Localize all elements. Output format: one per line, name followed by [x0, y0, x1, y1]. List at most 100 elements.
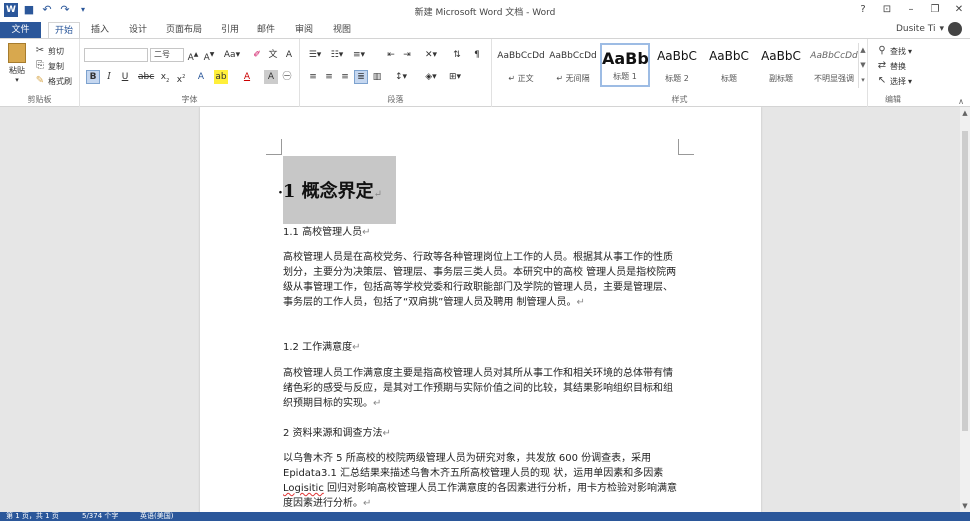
- paste-button[interactable]: 粘贴 ▾: [4, 43, 30, 84]
- paragraph-mark: ↵: [373, 189, 383, 200]
- section-text: 2 资料来源和调查方法: [283, 428, 383, 439]
- scroll-down-icon[interactable]: ▼: [961, 502, 969, 510]
- phonetic-guide-icon[interactable]: 文: [266, 48, 280, 62]
- heading-1[interactable]: ·1 概念界定↵: [278, 177, 382, 203]
- font-color-button[interactable]: A: [240, 70, 254, 84]
- text-effects-button[interactable]: A: [194, 70, 208, 84]
- clear-format-icon[interactable]: ✐: [250, 48, 264, 62]
- style-no-spacing[interactable]: AaBbCcDd ↵ 无间隔: [548, 43, 598, 87]
- select-button[interactable]: ↖ 选择 ▾: [876, 75, 912, 87]
- tab-mailings[interactable]: 邮件: [250, 22, 282, 38]
- tab-review[interactable]: 审阅: [288, 22, 320, 38]
- align-center-icon[interactable]: ≡: [322, 70, 336, 84]
- show-marks-icon[interactable]: ¶: [470, 48, 484, 62]
- paragraph-mark: ↵: [363, 498, 372, 509]
- char-border-icon[interactable]: A: [282, 48, 296, 62]
- section-1-1-title[interactable]: 1.1 高校管理人员↵: [283, 223, 370, 238]
- superscript-button[interactable]: x2: [174, 70, 188, 85]
- subscript-button[interactable]: x2: [158, 70, 172, 84]
- paragraph-3[interactable]: 以乌鲁木齐 5 所高校的校院两级管理人员为研究对象，共发放 600 份调查表，采…: [283, 451, 678, 511]
- shading-icon[interactable]: ◈▾: [422, 70, 440, 84]
- paragraph-mark: ↵: [352, 342, 361, 353]
- style-name: ↵ 无间隔: [556, 74, 590, 83]
- find-button[interactable]: ⚲ 查找 ▾: [876, 45, 912, 57]
- misspelled-word[interactable]: Logisitic: [283, 483, 324, 494]
- tab-insert[interactable]: 插入: [84, 22, 116, 38]
- style-gallery-scroll[interactable]: ▲ ▼ ▾: [858, 43, 867, 88]
- scroll-up-icon[interactable]: ▲: [961, 109, 969, 117]
- style-gallery: AaBbCcDd ↵ 正文 AaBbCcDd ↵ 无间隔 AaBb 标题 1 A…: [496, 43, 866, 89]
- chinese-layout-icon[interactable]: ✕▾: [422, 48, 440, 62]
- document-page[interactable]: ·1 概念界定↵ 1.1 高校管理人员↵ 高校管理人员是在高校党务、行政等各种管…: [200, 107, 761, 512]
- style-normal[interactable]: AaBbCcDd ↵ 正文: [496, 43, 546, 87]
- style-name: 标题 1: [613, 72, 637, 81]
- align-right-icon[interactable]: ≡: [338, 70, 352, 84]
- section-1-2-title[interactable]: 1.2 工作满意度↵: [283, 338, 360, 353]
- sort-icon[interactable]: ⇅: [450, 48, 464, 62]
- shrink-font-button[interactable]: A▼: [202, 48, 216, 63]
- highlight-button[interactable]: ab: [214, 70, 228, 84]
- style-heading-1[interactable]: AaBb 标题 1: [600, 43, 650, 87]
- language[interactable]: 英语(美国): [140, 512, 173, 521]
- paragraph-2[interactable]: 高校管理人员工作满意度主要是指高校管理人员对其所从事工作和相关环境的总体带有情绪…: [283, 366, 678, 411]
- increase-indent-icon[interactable]: ⇥: [400, 48, 414, 62]
- underline-button[interactable]: U: [118, 70, 132, 84]
- cut-button[interactable]: ✂ 剪切: [34, 45, 64, 57]
- replace-icon: ⇄: [877, 60, 887, 71]
- chevron-down-icon: ▾: [908, 76, 913, 86]
- italic-button[interactable]: I: [102, 70, 116, 84]
- style-heading-2[interactable]: AaBbC 标题 2: [652, 43, 702, 87]
- vertical-scrollbar[interactable]: ▲ ▼: [960, 107, 970, 512]
- styles-group-label: 样式: [671, 95, 688, 104]
- style-subtle-emphasis[interactable]: AaBbCcDd 不明显强调: [806, 43, 862, 87]
- restore-button[interactable]: ❐: [928, 3, 942, 17]
- cut-label: 剪切: [48, 46, 64, 56]
- grow-font-button[interactable]: A▲: [186, 48, 200, 63]
- paragraph-1[interactable]: 高校管理人员是在高校党务、行政等各种管理岗位上工作的人员。根据其从事工作的性质划…: [283, 250, 678, 310]
- help-button[interactable]: ?: [856, 3, 870, 17]
- enclose-char-icon[interactable]: ㊀: [280, 70, 294, 84]
- avatar[interactable]: [948, 22, 962, 36]
- char-shading-icon[interactable]: A: [264, 70, 278, 84]
- ribbon-display-button[interactable]: ⊡: [880, 3, 894, 17]
- minimize-button[interactable]: –: [904, 3, 918, 17]
- borders-icon[interactable]: ⊞▾: [446, 70, 464, 84]
- tab-references[interactable]: 引用: [214, 22, 246, 38]
- scroll-thumb[interactable]: [962, 131, 968, 431]
- section-2-title[interactable]: 2 资料来源和调查方法↵: [283, 424, 391, 439]
- paragraph-mark: ↵: [362, 227, 371, 238]
- replace-button[interactable]: ⇄ 替换: [876, 60, 906, 72]
- page-count[interactable]: 第 1 页，共 1 页: [6, 512, 59, 521]
- strikethrough-button[interactable]: abc: [138, 70, 154, 84]
- line-spacing-icon[interactable]: ↕▾: [392, 70, 410, 84]
- tab-view[interactable]: 视图: [326, 22, 358, 38]
- status-bar: 第 1 页，共 1 页 5/374 个字 英语(美国): [0, 512, 970, 521]
- copy-button[interactable]: ⎘ 复制: [34, 60, 64, 72]
- numbering-icon[interactable]: ☷▾: [328, 48, 346, 62]
- font-name-box[interactable]: [84, 48, 148, 62]
- format-painter-button[interactable]: ✎ 格式刷: [34, 75, 72, 87]
- font-size-box[interactable]: 二号: [150, 48, 184, 62]
- decrease-indent-icon[interactable]: ⇤: [384, 48, 398, 62]
- bold-button[interactable]: B: [86, 70, 100, 84]
- bullets-icon[interactable]: ☰▾: [306, 48, 324, 62]
- word-count[interactable]: 5/374 个字: [82, 512, 118, 521]
- multilevel-list-icon[interactable]: ≡▾: [350, 48, 368, 62]
- tab-design[interactable]: 设计: [122, 22, 154, 38]
- justify-icon[interactable]: ≣: [354, 70, 368, 84]
- align-left-icon[interactable]: ≡: [306, 70, 320, 84]
- chevron-down-icon: ▾: [908, 46, 913, 56]
- editing-group: ⚲ 查找 ▾ ⇄ 替换 ↖ 选择 ▾ 编辑: [868, 39, 918, 107]
- collapse-ribbon-icon[interactable]: ∧: [958, 97, 964, 106]
- user-account[interactable]: Dusite Ti ▾: [896, 22, 962, 36]
- tab-file[interactable]: 文件: [0, 22, 41, 38]
- change-case-button[interactable]: Aa▾: [222, 48, 242, 62]
- tab-page-layout[interactable]: 页面布局: [160, 22, 208, 38]
- tab-home[interactable]: 开始: [48, 22, 80, 38]
- format-painter-label: 格式刷: [48, 76, 72, 86]
- close-button[interactable]: ✕: [952, 3, 966, 17]
- style-title[interactable]: AaBbC 标题: [704, 43, 754, 87]
- paragraph-text: 高校管理人员是在高校党务、行政等各种管理岗位上工作的人员。根据其从事工作的性质划…: [283, 252, 677, 308]
- distributed-icon[interactable]: ▥: [370, 70, 384, 84]
- style-subtitle[interactable]: AaBbC 副标题: [756, 43, 806, 87]
